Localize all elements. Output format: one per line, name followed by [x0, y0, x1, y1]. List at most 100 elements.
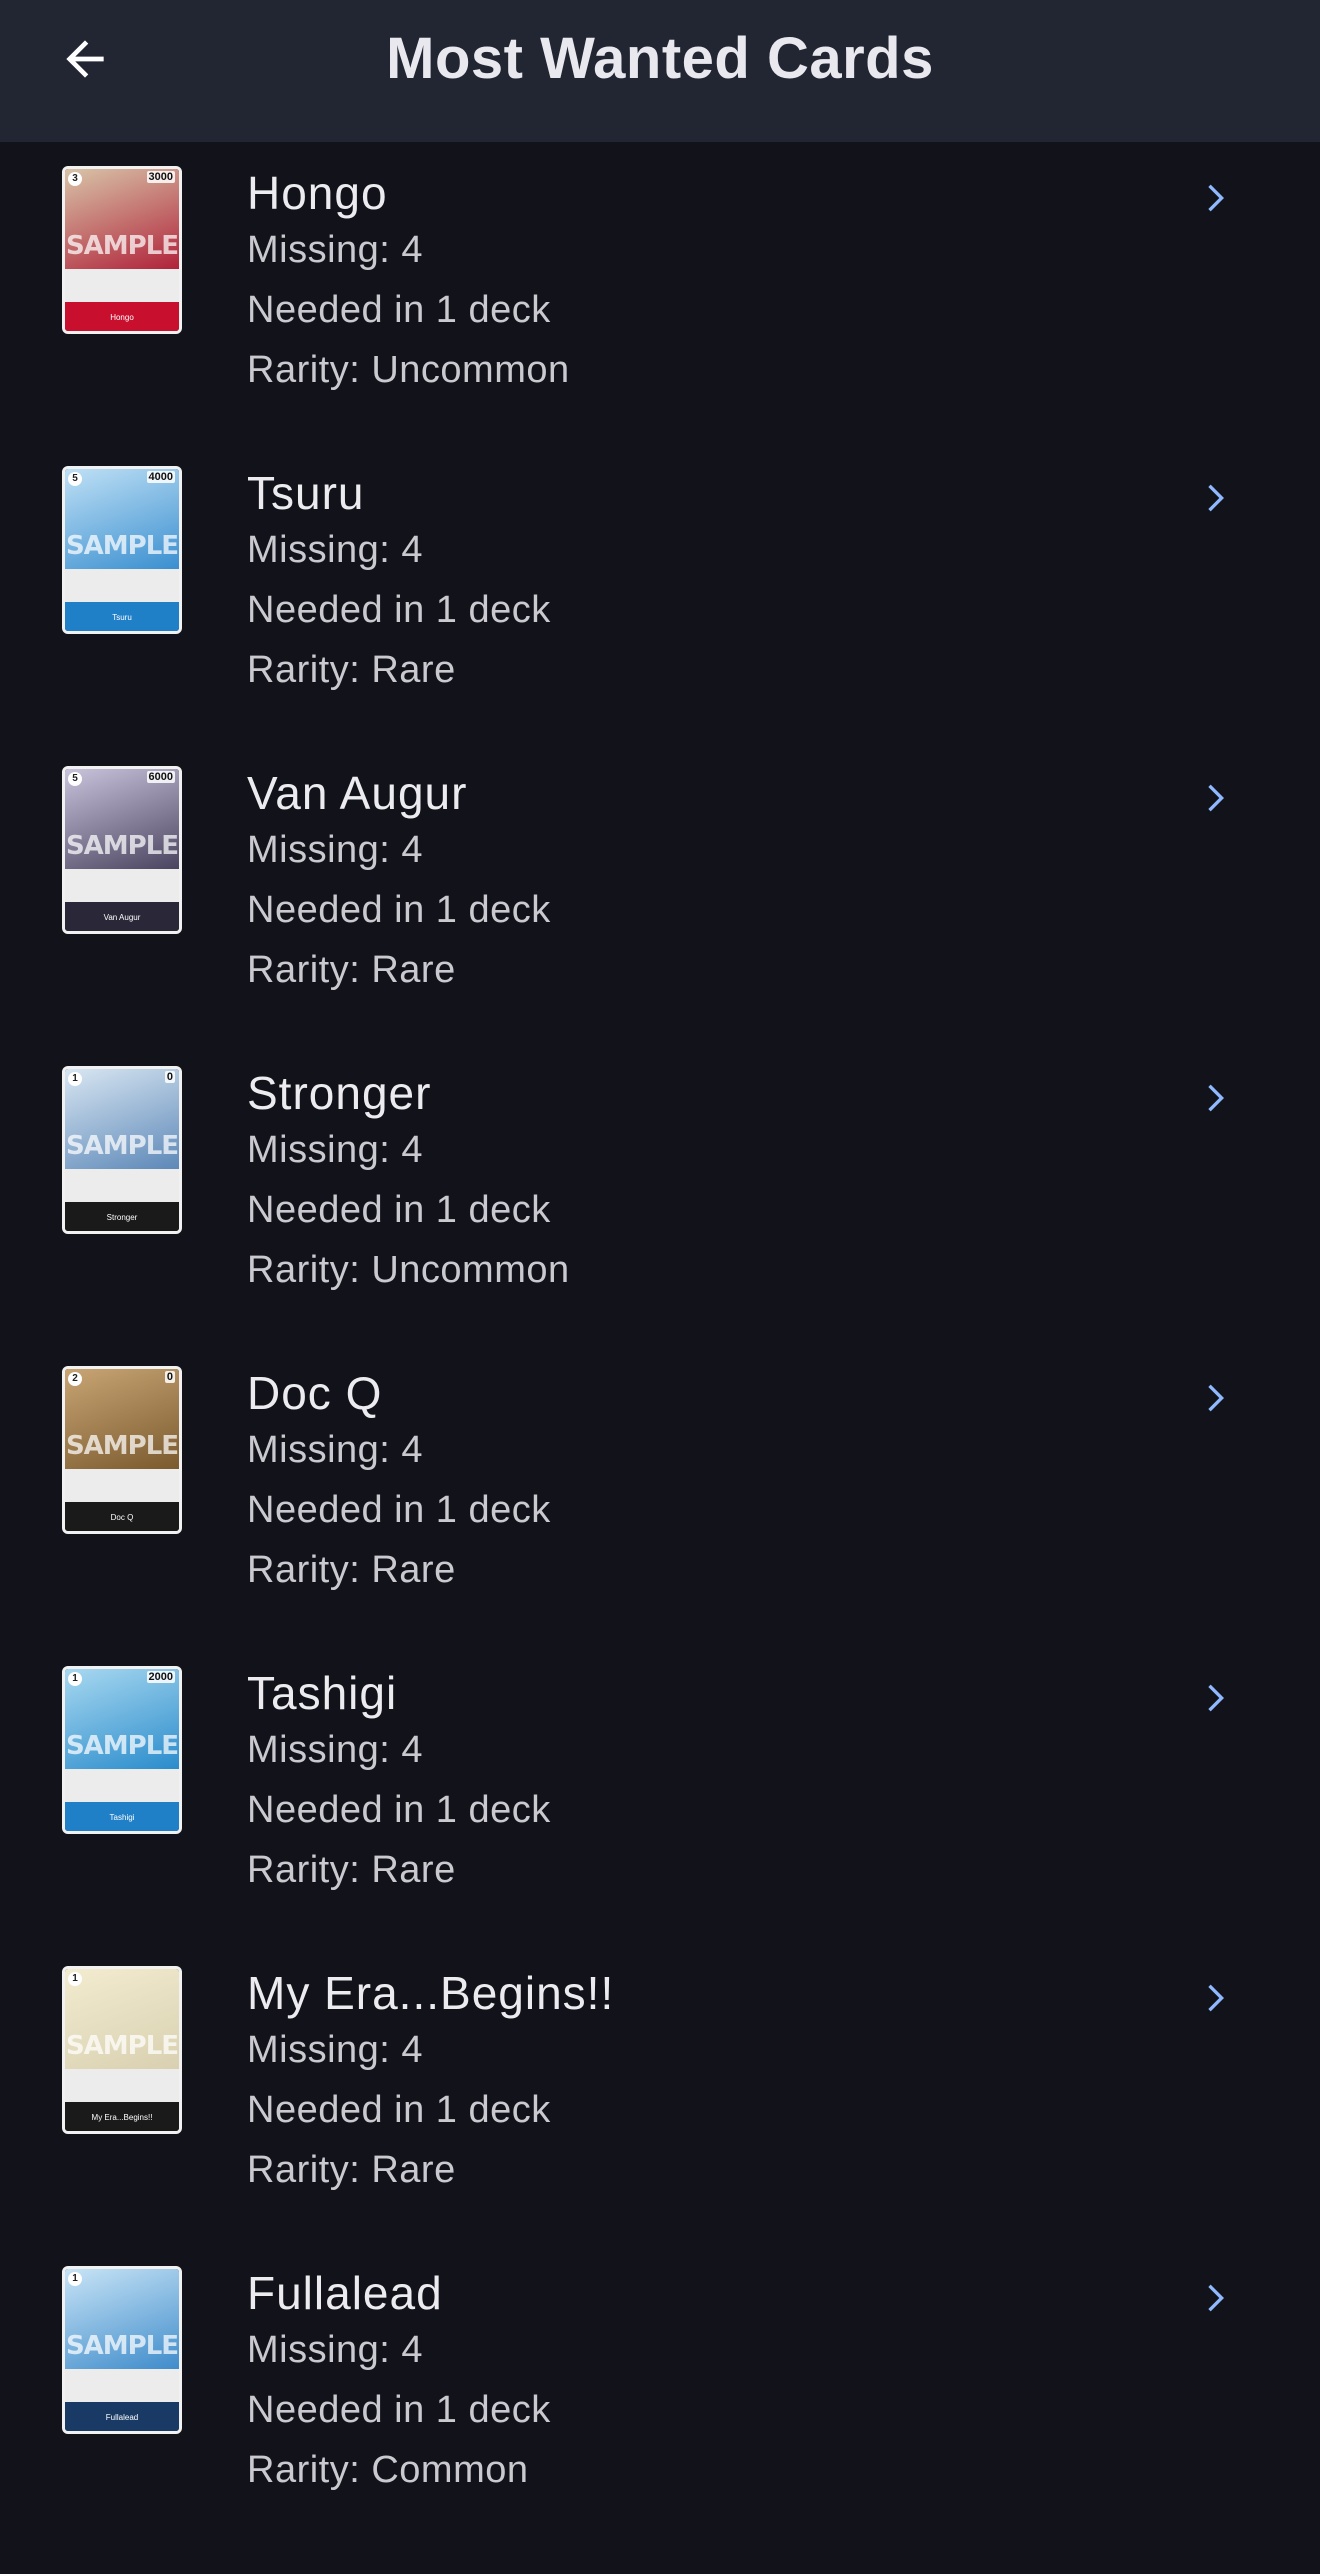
- card-thumb-name: Hongo: [110, 313, 134, 322]
- card-textbox: [65, 1169, 179, 1202]
- card-list-item[interactable]: SAMPLE 1 Fullalead Fullalead Missing: 4 …: [0, 2242, 1320, 2542]
- card-thumbnail: SAMPLE 5 4000 Tsuru: [62, 466, 182, 634]
- chevron-right-icon[interactable]: [1194, 1678, 1234, 1718]
- card-cost: 1: [68, 1672, 82, 1686]
- card-info: Tsuru Missing: 4 Needed in 1 deck Rarity…: [247, 466, 551, 700]
- card-name: Hongo: [247, 167, 388, 219]
- card-thumb-name: Doc Q: [110, 1513, 134, 1522]
- sample-watermark: SAMPLE: [65, 1430, 179, 1461]
- chevron-right-icon-svg: [1208, 484, 1224, 512]
- card-list-item[interactable]: SAMPLE 3 3000 Hongo Hongo Missing: 4 Nee…: [0, 142, 1320, 442]
- card-rarity: Rarity: Uncommon: [247, 1249, 570, 1291]
- sample-watermark: SAMPLE: [65, 530, 179, 561]
- card-thumb-name: Tashigi: [109, 1813, 135, 1822]
- card-needed: Needed in 1 deck: [247, 1189, 551, 1231]
- card-name: Tashigi: [247, 1667, 398, 1719]
- card-list-item[interactable]: SAMPLE 1 My Era...Begins!! My Era...Begi…: [0, 1942, 1320, 2242]
- card-name: Tsuru: [247, 467, 365, 519]
- card-list-item[interactable]: SAMPLE 5 4000 Tsuru Tsuru Missing: 4 Nee…: [0, 442, 1320, 742]
- card-textbox: [65, 869, 179, 902]
- card-missing: Missing: 4: [247, 829, 424, 871]
- card-thumb-name: Van Augur: [103, 913, 141, 922]
- card-info: Van Augur Missing: 4 Needed in 1 deck Ra…: [247, 766, 551, 1000]
- chevron-right-icon[interactable]: [1194, 478, 1234, 518]
- card-info: Fullalead Missing: 4 Needed in 1 deck Ra…: [247, 2266, 551, 2500]
- card-needed: Needed in 1 deck: [247, 589, 551, 631]
- chevron-right-icon-svg: [1208, 1384, 1224, 1412]
- card-missing: Missing: 4: [247, 2329, 424, 2371]
- card-cost: 3: [68, 172, 82, 186]
- card-info: Hongo Missing: 4 Needed in 1 deck Rarity…: [247, 166, 570, 400]
- wanted-cards-list: SAMPLE 3 3000 Hongo Hongo Missing: 4 Nee…: [0, 142, 1320, 2542]
- card-textbox: [65, 2069, 179, 2102]
- card-missing: Missing: 4: [247, 1429, 424, 1471]
- card-needed: Needed in 1 deck: [247, 2089, 551, 2131]
- card-power: 6000: [146, 771, 175, 783]
- chevron-right-icon[interactable]: [1194, 778, 1234, 818]
- card-thumb-name: My Era...Begins!!: [91, 2113, 153, 2122]
- card-thumbnail: SAMPLE 1 0 Stronger: [62, 1066, 182, 1234]
- card-cost: 5: [68, 772, 82, 786]
- card-thumbnail: SAMPLE 2 0 Doc Q: [62, 1366, 182, 1534]
- card-needed: Needed in 1 deck: [247, 889, 551, 931]
- card-list-item[interactable]: SAMPLE 5 6000 Van Augur Van Augur Missin…: [0, 742, 1320, 1042]
- sample-watermark: SAMPLE: [65, 830, 179, 861]
- card-textbox: [65, 269, 179, 302]
- card-missing: Missing: 4: [247, 229, 424, 271]
- card-power: 2000: [146, 1671, 175, 1683]
- card-thumbnail: SAMPLE 1 My Era...Begins!!: [62, 1966, 182, 2134]
- card-needed: Needed in 1 deck: [247, 289, 551, 331]
- chevron-right-icon[interactable]: [1194, 1378, 1234, 1418]
- chevron-right-icon-svg: [1208, 784, 1224, 812]
- card-info: Stronger Missing: 4 Needed in 1 deck Rar…: [247, 1066, 570, 1300]
- card-thumbnail: SAMPLE 1 Fullalead: [62, 2266, 182, 2434]
- card-list-item[interactable]: SAMPLE 1 2000 Tashigi Tashigi Missing: 4…: [0, 1642, 1320, 1942]
- chevron-right-icon[interactable]: [1194, 1978, 1234, 2018]
- sample-watermark: SAMPLE: [65, 1730, 179, 1761]
- chevron-right-icon[interactable]: [1194, 178, 1234, 218]
- card-info: Doc Q Missing: 4 Needed in 1 deck Rarity…: [247, 1366, 551, 1600]
- card-name: Doc Q: [247, 1367, 383, 1419]
- chevron-right-icon-svg: [1208, 1984, 1224, 2012]
- sample-watermark: SAMPLE: [65, 230, 179, 261]
- card-rarity: Rarity: Uncommon: [247, 349, 570, 391]
- card-thumbnail: SAMPLE 1 2000 Tashigi: [62, 1666, 182, 1834]
- card-info: Tashigi Missing: 4 Needed in 1 deck Rari…: [247, 1666, 551, 1900]
- card-rarity: Rarity: Rare: [247, 1549, 456, 1591]
- card-list-item[interactable]: SAMPLE 2 0 Doc Q Doc Q Missing: 4 Needed…: [0, 1342, 1320, 1642]
- card-info: My Era...Begins!! Missing: 4 Needed in 1…: [247, 1966, 614, 2200]
- chevron-right-icon[interactable]: [1194, 1078, 1234, 1118]
- card-textbox: [65, 569, 179, 602]
- card-missing: Missing: 4: [247, 2029, 424, 2071]
- card-thumb-name: Fullalead: [105, 2413, 139, 2422]
- card-missing: Missing: 4: [247, 1729, 424, 1771]
- chevron-right-icon-svg: [1208, 1684, 1224, 1712]
- card-missing: Missing: 4: [247, 529, 424, 571]
- card-list-item[interactable]: SAMPLE 1 0 Stronger Stronger Missing: 4 …: [0, 1042, 1320, 1342]
- card-thumb-name: Stronger: [106, 1213, 138, 1222]
- card-cost: 1: [68, 1972, 82, 1986]
- card-rarity: Rarity: Rare: [247, 2149, 456, 2191]
- card-cost: 1: [68, 2272, 82, 2286]
- chevron-right-icon-svg: [1208, 1084, 1224, 1112]
- sample-watermark: SAMPLE: [65, 2330, 179, 2361]
- card-thumbnail: SAMPLE 5 6000 Van Augur: [62, 766, 182, 934]
- page-title: Most Wanted Cards: [386, 26, 934, 91]
- top-app-bar: Most Wanted Cards: [0, 0, 1320, 142]
- card-name: Stronger: [247, 1067, 432, 1119]
- chevron-right-icon-svg: [1208, 2284, 1224, 2312]
- card-name: Fullalead: [247, 2267, 443, 2319]
- card-cost: 5: [68, 472, 82, 486]
- card-cost: 1: [68, 1072, 82, 1086]
- card-textbox: [65, 2369, 179, 2402]
- chevron-right-icon[interactable]: [1194, 2278, 1234, 2318]
- card-rarity: Rarity: Rare: [247, 649, 456, 691]
- card-rarity: Rarity: Common: [247, 2449, 529, 2491]
- card-power: 0: [164, 1071, 175, 1083]
- sample-watermark: SAMPLE: [65, 2030, 179, 2061]
- card-thumbnail: SAMPLE 3 3000 Hongo: [62, 166, 182, 334]
- card-textbox: [65, 1769, 179, 1802]
- card-power: 3000: [146, 171, 175, 183]
- card-name: My Era...Begins!!: [247, 1967, 615, 2019]
- card-rarity: Rarity: Rare: [247, 949, 456, 991]
